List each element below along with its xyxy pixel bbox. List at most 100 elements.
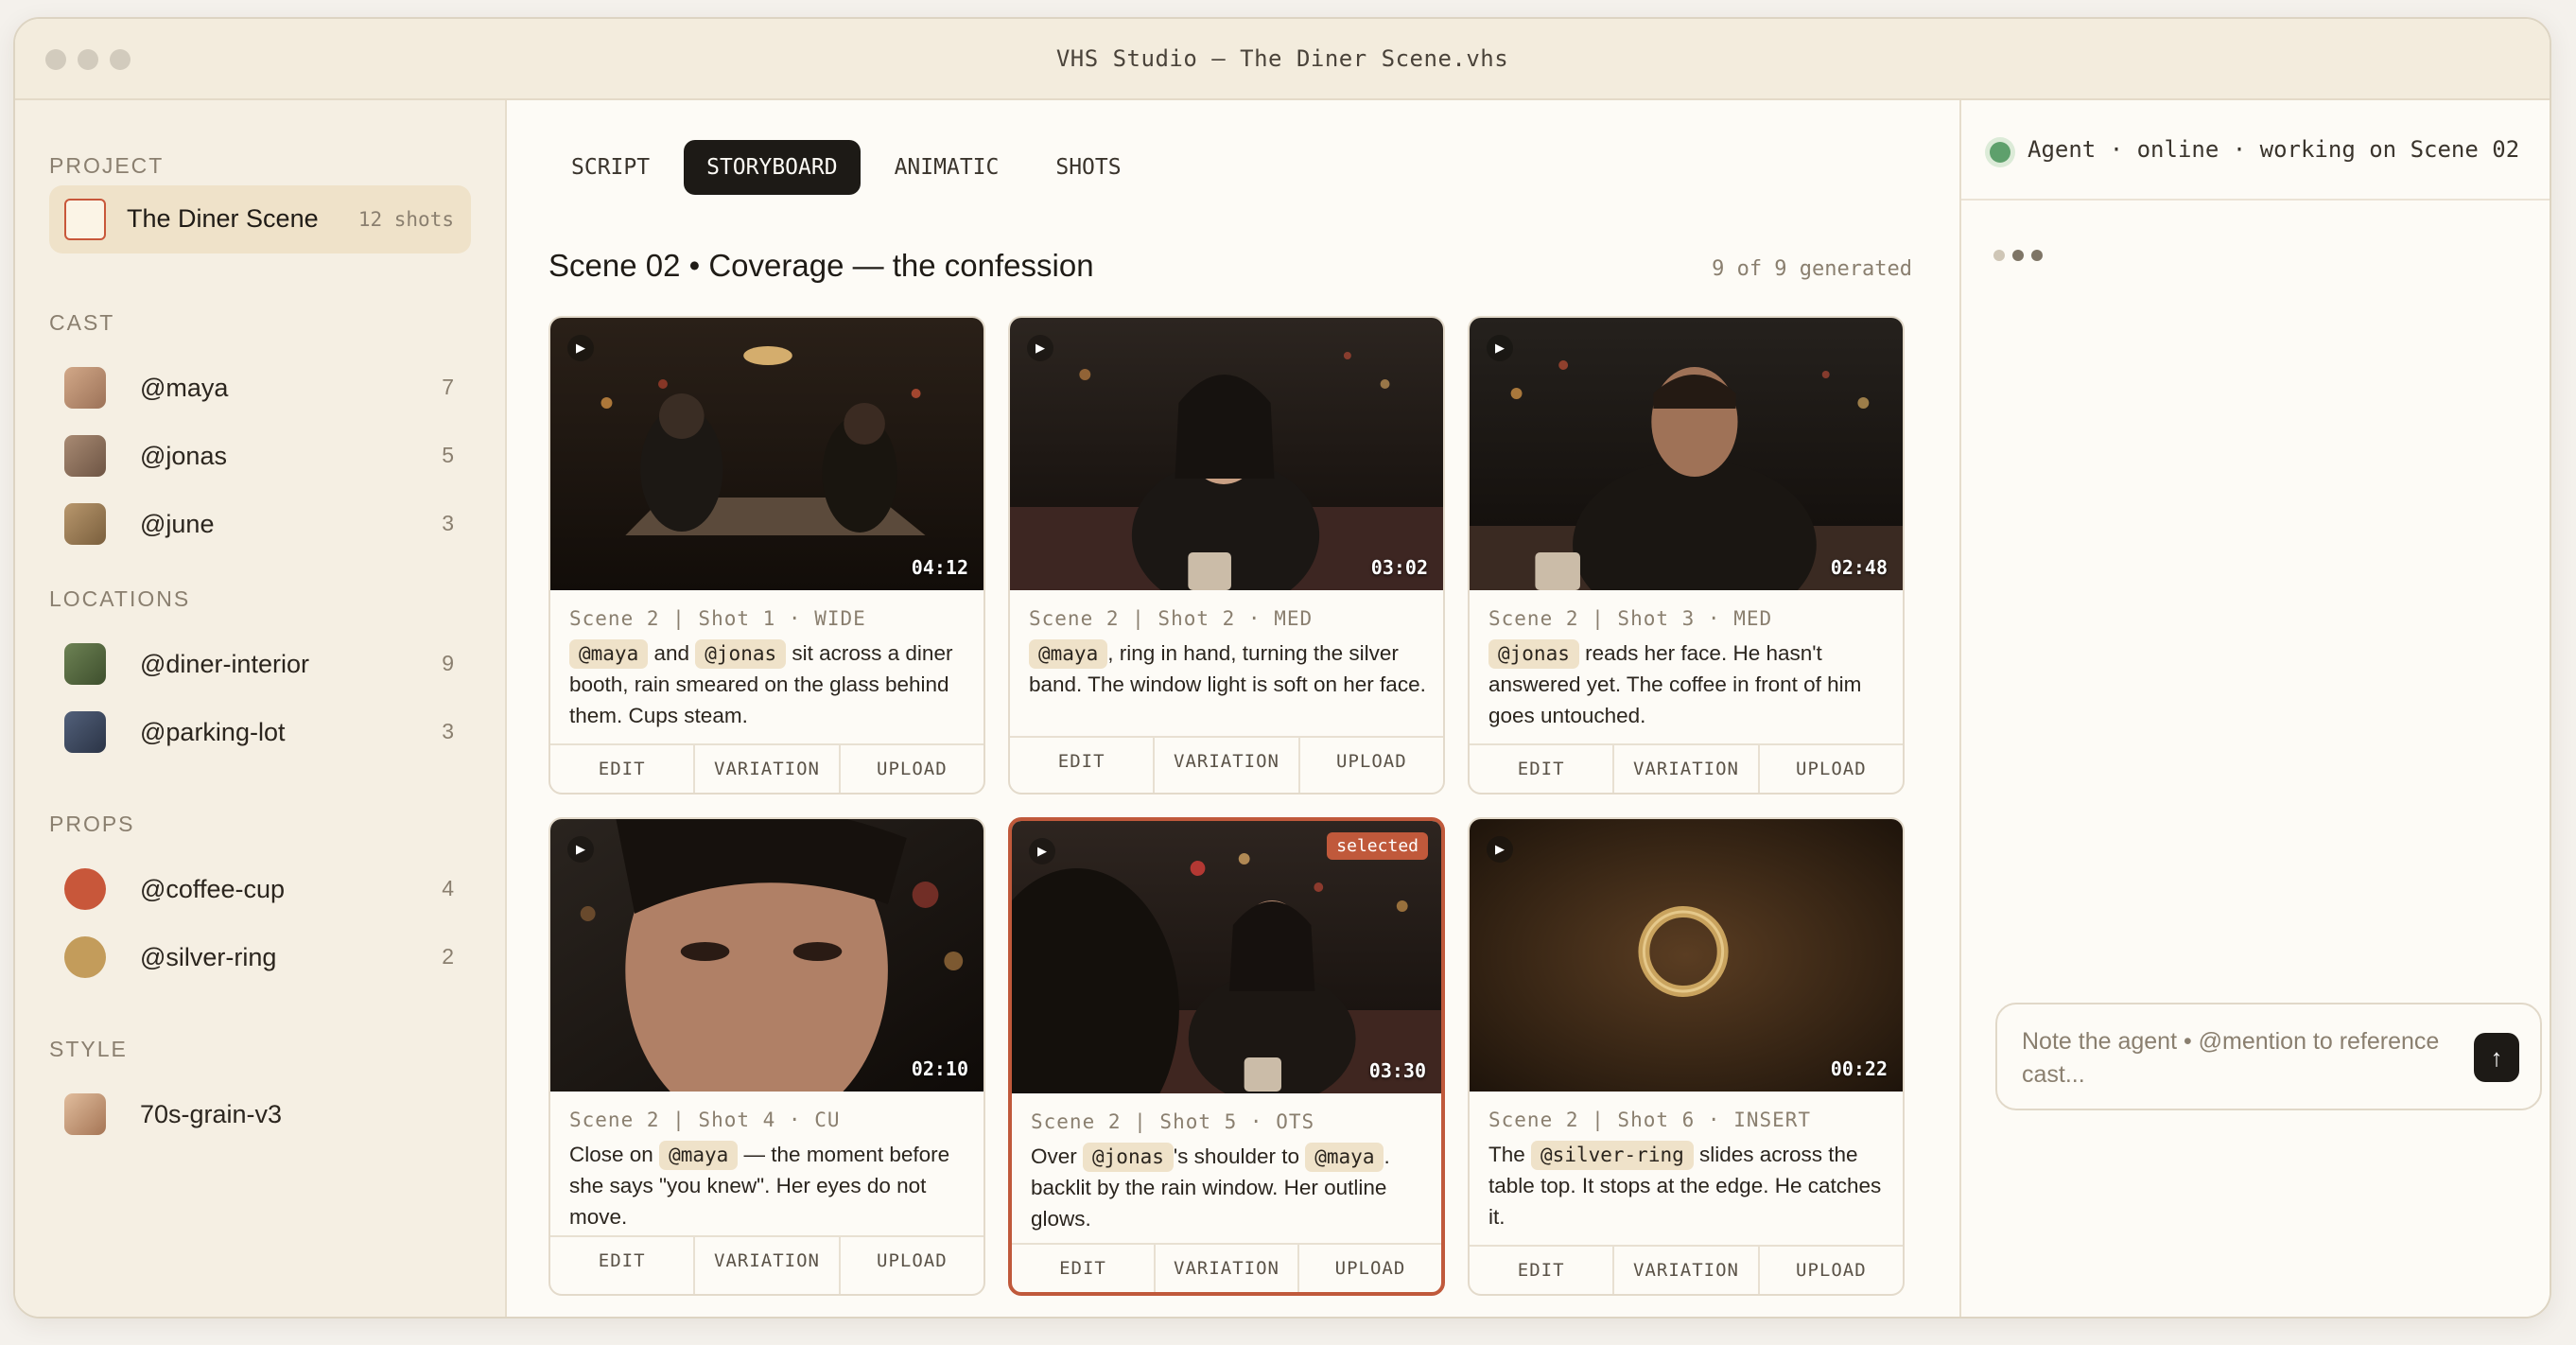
view-tabs: SCRIPT STORYBOARD ANIMATIC SHOTS — [548, 140, 1144, 195]
variation-button[interactable]: VARIATION — [1153, 738, 1297, 793]
shot-actions: EDIT VARIATION UPLOAD — [1470, 743, 1903, 793]
cast-tag[interactable]: @jonas — [1488, 639, 1579, 669]
play-icon[interactable]: ▶ — [567, 335, 594, 361]
shot-description: @maya and @jonas sit across a diner boot… — [569, 638, 966, 731]
item-label: @coffee-cup — [140, 875, 285, 903]
june-avatar — [64, 503, 106, 545]
typing-indicator-icon — [1993, 250, 2043, 261]
shot-thumbnail[interactable]: ▶ selected 03:30 — [1012, 821, 1441, 1093]
play-icon[interactable]: ▶ — [1029, 838, 1055, 865]
edit-button[interactable]: EDIT — [1470, 745, 1612, 793]
tab-script[interactable]: SCRIPT — [548, 140, 672, 195]
scene-title: Scene 02 • Coverage — the confession — [548, 248, 1094, 283]
desc-text: Close on — [569, 1143, 660, 1166]
shot-thumbnail[interactable]: ▶ 03:02 — [1010, 318, 1443, 590]
shot-actions: EDIT VARIATION UPLOAD — [550, 1235, 983, 1294]
item-label: 70s-grain-v3 — [140, 1100, 283, 1128]
project-name: The Diner Scene — [127, 204, 319, 233]
shot-duration: 00:22 — [1830, 1057, 1888, 1080]
project-heading: PROJECT — [49, 153, 165, 178]
item-label: @silver-ring — [140, 943, 277, 971]
cast-tag[interactable]: @maya — [1305, 1143, 1384, 1172]
desc-text: Over — [1031, 1144, 1084, 1168]
edit-button[interactable]: EDIT — [1470, 1247, 1612, 1294]
composer-input[interactable]: Note the agent • @mention to reference c… — [2022, 1025, 2457, 1092]
variation-button[interactable]: VARIATION — [693, 1237, 838, 1294]
shot-thumbnail[interactable]: ▶ 00:22 — [1470, 819, 1903, 1092]
sidebar-item-silver-ring[interactable]: @silver-ring 2 — [49, 931, 471, 984]
item-label: @jonas — [140, 442, 227, 470]
send-button[interactable]: ↑ — [2474, 1033, 2519, 1082]
agent-header: Agent · online · working on Scene 02 — [1961, 100, 2550, 201]
jonas-avatar — [64, 435, 106, 477]
cast-tag[interactable]: @maya — [659, 1141, 739, 1170]
item-label: @maya — [140, 374, 229, 402]
item-count: 5 — [442, 443, 454, 467]
coffee-cup-swatch — [64, 868, 106, 910]
shot-card[interactable]: ▶ 04:12 Scene 2 | Shot 1 · WIDE @maya an… — [548, 316, 985, 795]
shot-meta: Scene 2 | Shot 5 · OTS — [1031, 1110, 1315, 1133]
shot-thumbnail[interactable]: ▶ 02:10 — [550, 819, 983, 1092]
shot-card[interactable]: ▶ 02:10 Scene 2 | Shot 4 · CU Close on @… — [548, 817, 985, 1296]
play-icon[interactable]: ▶ — [1487, 836, 1513, 863]
cast-tag[interactable]: @jonas — [1083, 1143, 1174, 1172]
cast-tag[interactable]: @maya — [1029, 639, 1108, 669]
cast-tag[interactable]: @maya — [569, 639, 649, 669]
desc-text: and — [648, 641, 696, 665]
edit-button[interactable]: EDIT — [550, 1237, 693, 1294]
cast-tag[interactable]: @jonas — [695, 639, 787, 669]
item-label: @diner-interior — [140, 650, 309, 678]
variation-button[interactable]: VARIATION — [1612, 1247, 1757, 1294]
sidebar-item-june[interactable]: @june 3 — [49, 498, 471, 550]
silver-ring-swatch — [64, 936, 106, 978]
locations-heading: LOCATIONS — [49, 586, 191, 611]
shot-thumbnail[interactable]: ▶ 02:48 — [1470, 318, 1903, 590]
shot-description: The @silver-ring slides across the table… — [1488, 1139, 1886, 1232]
tab-shots[interactable]: SHOTS — [1033, 140, 1143, 195]
upload-button[interactable]: UPLOAD — [1757, 1247, 1903, 1294]
upload-button[interactable]: UPLOAD — [1297, 1245, 1441, 1292]
sidebar-item-70s-grain[interactable]: 70s-grain-v3 — [49, 1088, 471, 1141]
sidebar-item-parking-lot[interactable]: @parking-lot 3 — [49, 706, 471, 759]
project-card[interactable]: The Diner Scene 12 shots — [49, 185, 471, 253]
shot-card[interactable]: ▶ 02:48 Scene 2 | Shot 3 · MED @jonas re… — [1468, 316, 1905, 795]
item-label: @parking-lot — [140, 718, 286, 746]
shot-meta: Scene 2 | Shot 3 · MED — [1488, 607, 1773, 630]
style-heading: STYLE — [49, 1037, 128, 1061]
variation-button[interactable]: VARIATION — [1612, 745, 1757, 793]
maya-avatar — [64, 367, 106, 409]
sidebar-item-jonas[interactable]: @jonas 5 — [49, 429, 471, 482]
item-count: 4 — [442, 876, 454, 900]
edit-button[interactable]: EDIT — [550, 745, 693, 793]
window-title: VHS Studio — The Diner Scene.vhs — [1055, 45, 1509, 72]
shot-card[interactable]: ▶ 03:02 Scene 2 | Shot 2 · MED @maya, ri… — [1008, 316, 1445, 795]
shot-meta: Scene 2 | Shot 6 · INSERT — [1488, 1109, 1812, 1131]
agent-composer[interactable]: Note the agent • @mention to reference c… — [1995, 1003, 2542, 1110]
sidebar-item-maya[interactable]: @maya 7 — [49, 361, 471, 414]
upload-button[interactable]: UPLOAD — [838, 745, 983, 793]
shot-card[interactable]: ▶ 00:22 Scene 2 | Shot 6 · INSERT The @s… — [1468, 817, 1905, 1296]
parking-lot-thumbnail — [64, 711, 106, 753]
upload-button[interactable]: UPLOAD — [1297, 738, 1443, 793]
item-label: @june — [140, 510, 215, 538]
upload-button[interactable]: UPLOAD — [1757, 745, 1903, 793]
agent-panel: Agent · online · working on Scene 02 Not… — [1959, 100, 2550, 1317]
play-icon[interactable]: ▶ — [1487, 335, 1513, 361]
tab-animatic[interactable]: ANIMATIC — [872, 140, 1022, 195]
edit-button[interactable]: EDIT — [1012, 1245, 1154, 1292]
edit-button[interactable]: EDIT — [1010, 738, 1153, 793]
sidebar-item-diner-interior[interactable]: @diner-interior 9 — [49, 638, 471, 690]
variation-button[interactable]: VARIATION — [693, 745, 838, 793]
shot-thumbnail[interactable]: ▶ 04:12 — [550, 318, 983, 590]
upload-button[interactable]: UPLOAD — [838, 1237, 983, 1294]
shot-card-selected[interactable]: ▶ selected 03:30 Scene 2 | Shot 5 · OTS … — [1008, 817, 1445, 1296]
prop-tag[interactable]: @silver-ring — [1531, 1141, 1694, 1170]
play-icon[interactable]: ▶ — [567, 836, 594, 863]
variation-button[interactable]: VARIATION — [1154, 1245, 1297, 1292]
storyboard-panel: SCRIPT STORYBOARD ANIMATIC SHOTS Scene 0… — [507, 100, 1959, 1317]
shot-duration: 02:48 — [1830, 556, 1888, 579]
tab-storyboard[interactable]: STORYBOARD — [684, 140, 861, 195]
sidebar-item-coffee-cup[interactable]: @coffee-cup 4 — [49, 863, 471, 916]
play-icon[interactable]: ▶ — [1027, 335, 1053, 361]
shot-actions: EDIT VARIATION UPLOAD — [550, 743, 983, 793]
